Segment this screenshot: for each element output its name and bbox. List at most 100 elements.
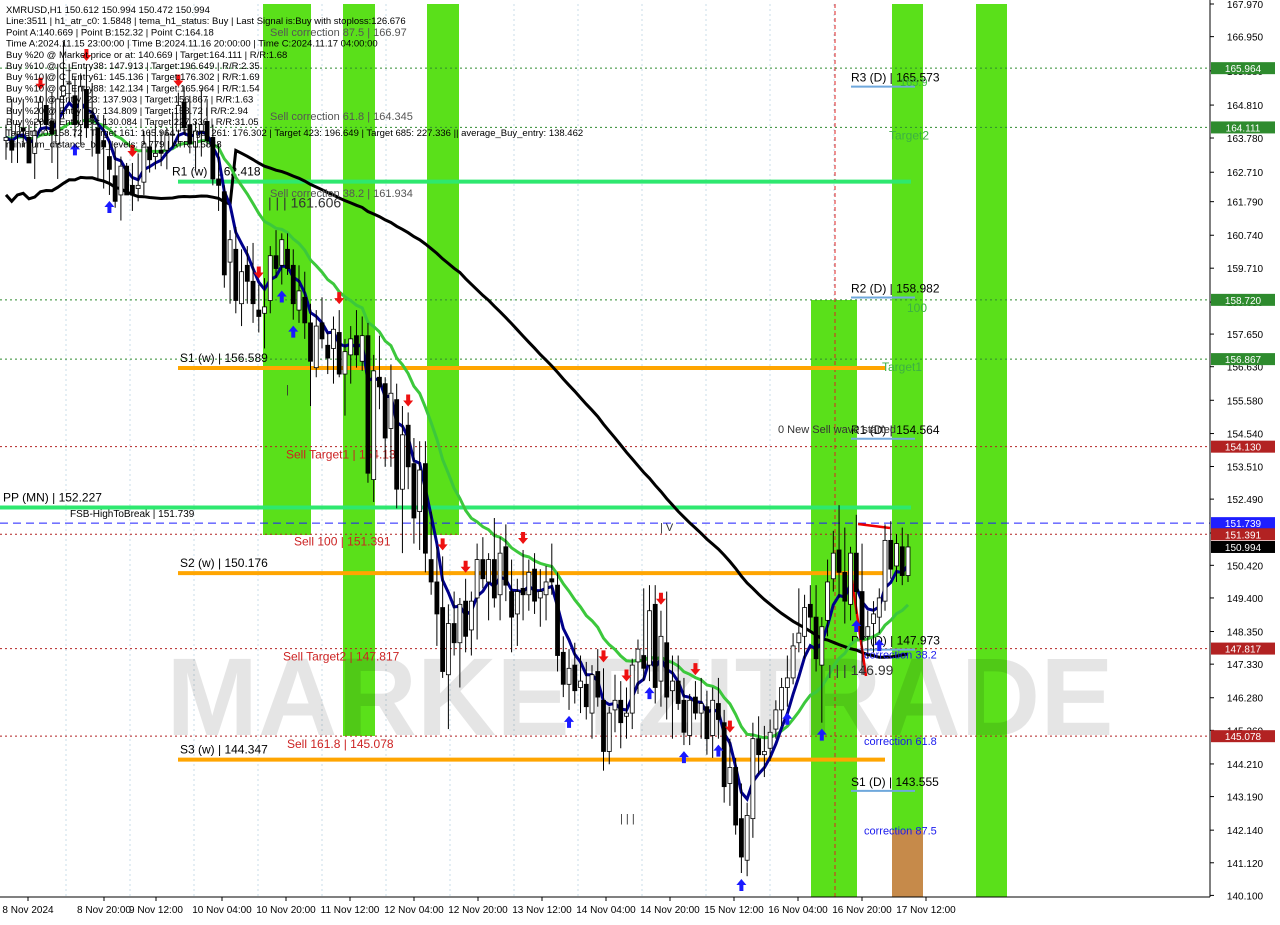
candle-body (905, 546, 911, 576)
annotation-label: 165.9 (900, 77, 928, 89)
candle-body (595, 671, 601, 698)
candle-body (716, 703, 721, 720)
candle-body (612, 699, 618, 711)
level-label: Sell 161.8 | 145.078 (287, 737, 394, 751)
annotation-label: Sell correction 61.8 | 164.345 (270, 111, 413, 123)
header-info-line: Buy %10 @ C_Entry38: 147.913 | Target:19… (6, 61, 260, 72)
candle-body (819, 626, 825, 666)
candle-body (262, 306, 267, 314)
candle-body (876, 597, 882, 618)
candle-body (440, 607, 446, 672)
level-label: S1 (w) | 156.589 (180, 351, 268, 365)
level-label: 100 (907, 301, 927, 315)
level-label: Sell Target2 | 147.817 (283, 650, 400, 664)
candle-body (727, 767, 733, 784)
candle-body (796, 632, 802, 644)
candle-body (365, 335, 371, 474)
x-tick-label: 10 Nov 04:00 (192, 905, 252, 916)
annotation-label: | V (660, 522, 674, 534)
candle-body (359, 335, 365, 362)
candle-body (853, 552, 859, 592)
x-tick-label: 11 Nov 12:00 (321, 905, 380, 916)
candle-body (457, 603, 463, 644)
header-info-line: Buy %10 @ C_Entry88: 142.134 | Target:16… (6, 83, 260, 94)
candle-body (135, 184, 141, 189)
header-info-line: minimum_distance_buy_levels: 2.779 | ATR… (6, 139, 222, 150)
candle-body (744, 815, 750, 861)
session-band-tan (892, 830, 923, 897)
session-band (976, 4, 1007, 897)
candle-body (468, 600, 474, 631)
candle-body (687, 699, 693, 736)
candle-body (790, 645, 796, 679)
candle-body (899, 546, 905, 576)
candle-body (578, 680, 583, 688)
annotation-label: | | | 146.99 (828, 662, 894, 678)
candle-body (308, 322, 313, 362)
candle-body (290, 264, 296, 305)
candle-body (405, 424, 411, 468)
header-info-line: XMRUSD,H1 150.612 150.994 150.472 150.99… (6, 5, 210, 16)
candle-body (532, 568, 537, 602)
candle-body (336, 332, 342, 375)
annotation-label: correction 38.2 (864, 650, 937, 662)
candle-body (549, 578, 555, 583)
y-tick-label: 155.580 (1227, 396, 1264, 407)
candle-body (388, 392, 394, 429)
candle-body (629, 664, 635, 714)
candle-body (802, 607, 807, 637)
y-tick-label: 153.510 (1227, 462, 1264, 473)
annotation-label: correction 61.8 (864, 736, 937, 748)
candle-body (417, 469, 423, 512)
candle-body (227, 239, 233, 263)
candle-body (411, 463, 417, 519)
x-tick-label: 8 Nov 2024 (2, 905, 54, 916)
candle-body (302, 296, 308, 324)
y-tick-label: 160.740 (1227, 231, 1264, 242)
y-tick-label: 146.280 (1227, 694, 1264, 705)
price-chart[interactable]: MARKETZITRADE S1 (w) | 156.589S2 (w) | 1… (0, 0, 1280, 920)
header-info-line: Buy %10 @ Entry -23: 137.903 | Target:15… (6, 95, 253, 106)
candle-body (733, 767, 739, 826)
candle-body (681, 699, 687, 733)
candle-body (445, 623, 451, 676)
candle-body (859, 591, 865, 640)
candle-body (721, 722, 727, 788)
candle-body (296, 290, 302, 311)
y-tick-label: 161.790 (1227, 198, 1264, 209)
candle-body (279, 239, 285, 266)
candle-body (463, 600, 469, 637)
y-tick-label: 142.140 (1227, 826, 1264, 837)
candle-body (693, 696, 698, 714)
level-label: R1 (w) | 162.418 (172, 165, 261, 179)
candle-body (618, 699, 624, 724)
chart-root: MARKETZITRADE S1 (w) | 156.589 S2 (w) | 1… (0, 0, 1280, 920)
candle-body (256, 309, 262, 317)
candle-body (394, 399, 400, 490)
candle-body (313, 325, 319, 369)
candle-body (572, 664, 578, 692)
candle-body (434, 581, 440, 615)
candle-body (480, 559, 486, 580)
candle-body (670, 680, 675, 692)
header-info-line: Point A:140.669 | Point B:152.32 | Point… (6, 27, 214, 38)
candle-body (784, 677, 790, 688)
level-label: Sell 100 | 151.391 (294, 534, 391, 548)
candle-body (773, 709, 779, 730)
daily-pivot-label: R2 (D) | 158.982 (851, 281, 940, 295)
candle-body (267, 255, 273, 301)
y-tick-label: 167.970 (1227, 0, 1264, 11)
candle-body (325, 344, 331, 359)
annotation-label: Sell correction 87.5 | 166.97 (270, 27, 407, 39)
level-label: FSB-HighToBreak | 151.739 (70, 509, 195, 520)
candle-body (285, 248, 290, 269)
candle-body (537, 591, 543, 599)
annotation-label: correction 87.5 (864, 826, 937, 838)
level-label: S3 (w) | 144.347 (180, 743, 268, 757)
x-tick-label: 12 Nov 20:00 (448, 905, 508, 916)
x-tick-label: 10 Nov 20:00 (256, 905, 316, 916)
level-label: S2 (w) | 150.176 (180, 556, 268, 570)
price-tag-label: 158.720 (1225, 296, 1262, 307)
header-info-line: Buy %20 @ Market price or at: 140.669 | … (6, 50, 287, 61)
level-label: Sell Target1 | 154.13 (286, 448, 396, 462)
